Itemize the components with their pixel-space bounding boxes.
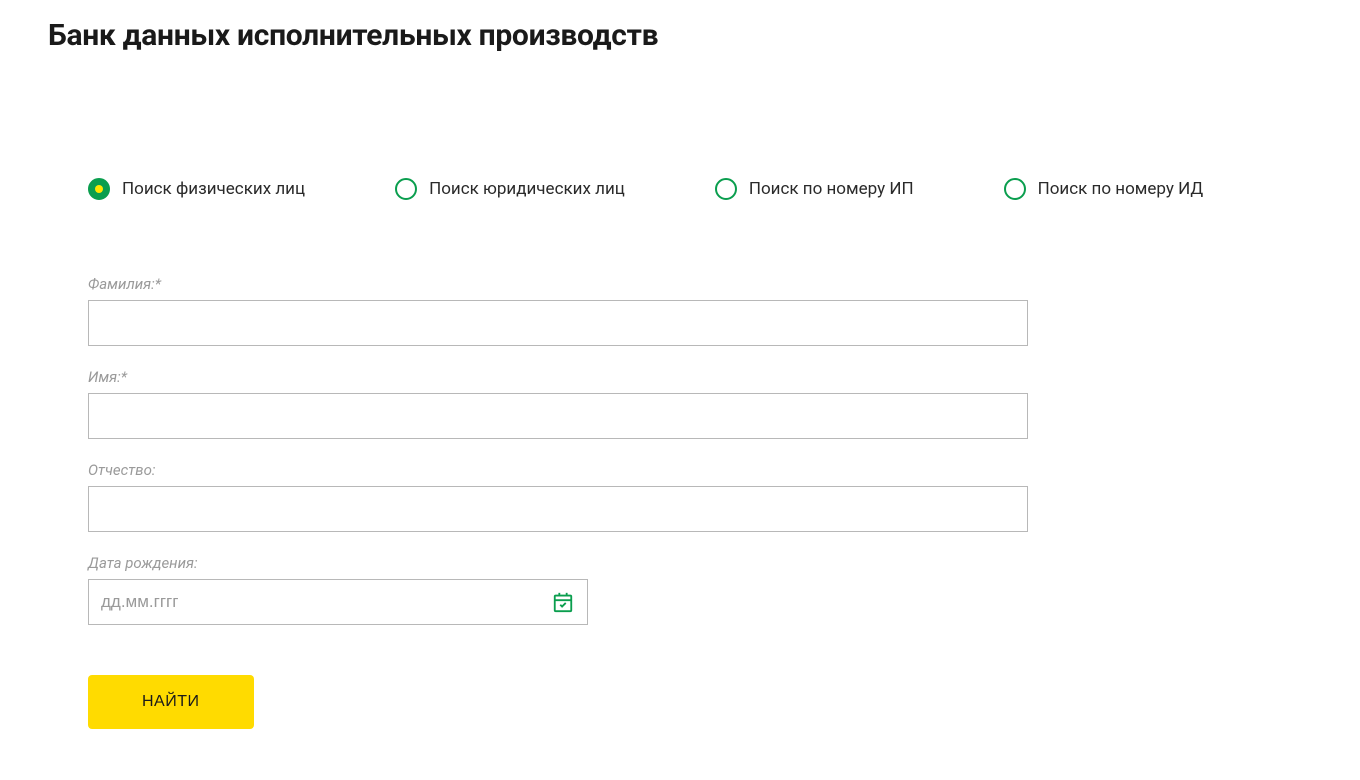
search-type-radios: Поиск физических лиц Поиск юридических л… (88, 178, 1312, 200)
field-lastname: Фамилия:* (88, 275, 1312, 346)
patronymic-label: Отчество: (88, 461, 1312, 479)
radio-label: Поиск физических лиц (122, 179, 305, 199)
birthdate-input[interactable] (88, 579, 588, 625)
field-patronymic: Отчество: (88, 461, 1312, 532)
page-title: Банк данных исполнительных производств (0, 0, 1360, 53)
radio-label: Поиск по номеру ИП (749, 179, 914, 199)
radio-legal-entities[interactable]: Поиск юридических лиц (395, 178, 625, 200)
radio-id-number[interactable]: Поиск по номеру ИД (1004, 178, 1204, 200)
field-birthdate: Дата рождения: (88, 554, 1312, 625)
patronymic-input[interactable] (88, 486, 1028, 532)
submit-button[interactable]: НАЙТИ (88, 675, 254, 729)
form-fields: Фамилия:* Имя:* Отчество: Дата рождения: (88, 275, 1312, 729)
radio-label: Поиск по номеру ИД (1038, 179, 1204, 199)
radio-physical-persons[interactable]: Поиск физических лиц (88, 178, 305, 200)
radio-ip-number[interactable]: Поиск по номеру ИП (715, 178, 914, 200)
lastname-label: Фамилия:* (88, 275, 1312, 293)
radio-icon (715, 178, 737, 200)
birthdate-label: Дата рождения: (88, 554, 1312, 572)
search-form: Поиск физических лиц Поиск юридических л… (0, 178, 1360, 729)
lastname-input[interactable] (88, 300, 1028, 346)
radio-label: Поиск юридических лиц (429, 179, 625, 199)
firstname-label: Имя:* (88, 368, 1312, 386)
radio-icon (88, 178, 110, 200)
field-firstname: Имя:* (88, 368, 1312, 439)
firstname-input[interactable] (88, 393, 1028, 439)
date-wrapper (88, 579, 588, 625)
radio-icon (1004, 178, 1026, 200)
radio-icon (395, 178, 417, 200)
